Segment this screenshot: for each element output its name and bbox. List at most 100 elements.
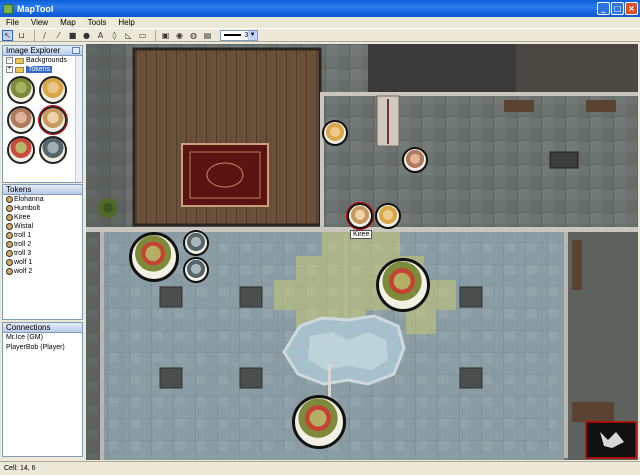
folder-icon [15, 57, 24, 64]
token-list-label: wolf 2 [14, 268, 33, 275]
fill-tool-icon[interactable]: ◺ [123, 30, 134, 41]
title-bar: MapTool _ □ × [0, 0, 640, 17]
token-list-item[interactable]: troll 1 [3, 231, 82, 240]
connection-item[interactable]: Mr.Ice (GM) [3, 333, 82, 343]
connection-item[interactable]: PlayerBob (Player) [3, 343, 82, 353]
layer-tool-icon[interactable]: ▤ [202, 30, 213, 41]
rectangle-tool-icon[interactable]: ■ [67, 30, 78, 41]
token-avatar-icon [6, 232, 13, 239]
toolbar: ↖ ⊔ ∕ ⁄ ■ ● A ◊ ◺ ▭ ▣ ◉ ◍ ▤ 3 ▼ [0, 28, 640, 42]
line-tool-icon[interactable]: ⁄ [53, 30, 64, 41]
map-token-wolf-1[interactable] [183, 230, 209, 256]
menu-file[interactable]: File [0, 17, 25, 28]
token-list-label: troll 1 [14, 232, 32, 239]
measure-tool-icon[interactable]: ⊔ [16, 30, 27, 41]
line-width-select[interactable]: 3 ▼ [220, 29, 258, 41]
menu-bar: File View Map Tools Help [0, 17, 640, 28]
connections-title: Connections [6, 323, 51, 332]
token-list-item[interactable]: Humbolt [3, 204, 82, 213]
tokens-header: Tokens [3, 185, 82, 195]
tree-toggle-icon[interactable]: + [6, 66, 13, 73]
image-explorer-title: Image Explorer [6, 46, 61, 55]
text-tool-icon[interactable]: A [95, 30, 106, 41]
window-title: MapTool [17, 3, 54, 14]
token-list-label: troll 3 [14, 250, 32, 257]
panel-collapse-button[interactable] [72, 47, 80, 54]
oval-tool-icon[interactable]: ● [81, 30, 92, 41]
fog-tool-icon[interactable]: ◍ [188, 30, 199, 41]
polygon-tool-icon[interactable]: ◊ [109, 30, 120, 41]
token-list-label: Humbolt [14, 205, 41, 212]
chevron-down-icon[interactable]: ▼ [248, 30, 257, 40]
map-token-kiree[interactable] [346, 202, 374, 230]
app-icon [3, 3, 13, 14]
thumb-goblin[interactable] [7, 136, 35, 164]
map-token-wistal[interactable] [375, 203, 401, 229]
tree-item-tokens[interactable]: + Tokens [3, 65, 82, 74]
thumb-kiree[interactable] [38, 105, 68, 135]
token-avatar-icon [6, 205, 13, 212]
token-list-item[interactable]: troll 2 [3, 240, 82, 249]
draw-tool-icon[interactable]: ∕ [39, 30, 50, 41]
close-button[interactable]: × [625, 2, 638, 15]
token-list: Elohanna Humbolt Kiree Wistal troll 1 troll 2… [3, 195, 82, 276]
token-avatar-icon [6, 196, 13, 203]
tokens-panel: Tokens Elohanna Humbolt Kiree Wistal troll 1… [2, 184, 83, 320]
explorer-scrollbar[interactable] [75, 56, 82, 182]
token-list-label: Wistal [14, 223, 34, 230]
token-hover-label: Kiree [350, 230, 373, 239]
map-token-troll-2[interactable] [376, 258, 430, 312]
thumb-troll[interactable] [7, 76, 35, 104]
token-list-item[interactable]: wolf 1 [3, 258, 82, 267]
status-bar: Cell: 14, 6 [0, 461, 640, 475]
menu-help[interactable]: Help [112, 17, 140, 28]
connections-panel: Connections Mr.Ice (GM) PlayerBob (Playe… [2, 322, 83, 457]
menu-map[interactable]: Map [54, 17, 82, 28]
token-avatar-icon [6, 241, 13, 248]
tree-item-backgrounds[interactable]: - Backgrounds [3, 56, 82, 65]
token-avatar-icon [6, 250, 13, 257]
connections-header: Connections [3, 323, 82, 333]
minimize-button[interactable]: _ [597, 2, 610, 15]
token-avatar-icon [6, 214, 13, 221]
map-canvas[interactable]: Kiree [86, 44, 638, 460]
map-token-troll-3[interactable] [292, 395, 346, 449]
thumb-dwarf[interactable] [7, 106, 35, 134]
map-token-troll-1[interactable] [129, 232, 179, 282]
cell-coordinates: Cell: 14, 6 [4, 465, 36, 472]
token-list-item[interactable]: Wistal [3, 222, 82, 231]
pointer-tool-icon[interactable]: ↖ [2, 29, 13, 41]
topology-rect-icon[interactable]: ▣ [160, 30, 171, 41]
token-avatar-icon [6, 223, 13, 230]
map-token-wolf-2[interactable] [183, 257, 209, 283]
tree-toggle-icon[interactable]: - [6, 57, 13, 64]
map-token-elohanna[interactable] [322, 120, 348, 146]
menu-view[interactable]: View [25, 17, 54, 28]
folder-icon [15, 66, 24, 73]
token-list-item[interactable]: Kiree [3, 213, 82, 222]
token-avatar-icon [6, 259, 13, 266]
image-explorer-header: Image Explorer [3, 46, 82, 56]
token-list-label: wolf 1 [14, 259, 33, 266]
map-token-humbolt[interactable] [402, 147, 428, 173]
token-list-item[interactable]: Elohanna [3, 195, 82, 204]
token-list-label: Elohanna [14, 196, 44, 203]
eraser-tool-icon[interactable]: ▭ [137, 30, 148, 41]
token-list-item[interactable]: wolf 2 [3, 267, 82, 276]
token-list-label: troll 2 [14, 241, 32, 248]
thumb-wolf[interactable] [39, 136, 67, 164]
toolbar-separator [34, 29, 35, 41]
topology-oval-icon[interactable]: ◉ [174, 30, 185, 41]
maximize-button[interactable]: □ [611, 2, 624, 15]
tokens-title: Tokens [6, 185, 32, 194]
tree-label: Tokens [26, 66, 53, 73]
token-avatar-icon [6, 268, 13, 275]
menu-tools[interactable]: Tools [82, 17, 113, 28]
image-explorer-panel: Image Explorer - Backgrounds + Tokens [2, 45, 83, 183]
thumb-elf[interactable] [39, 76, 67, 104]
toolbar-separator [155, 29, 156, 41]
token-list-label: Kiree [14, 214, 31, 221]
token-list-item[interactable]: troll 3 [3, 249, 82, 258]
tree-label: Backgrounds [26, 57, 67, 64]
token-thumbnails [3, 74, 77, 166]
